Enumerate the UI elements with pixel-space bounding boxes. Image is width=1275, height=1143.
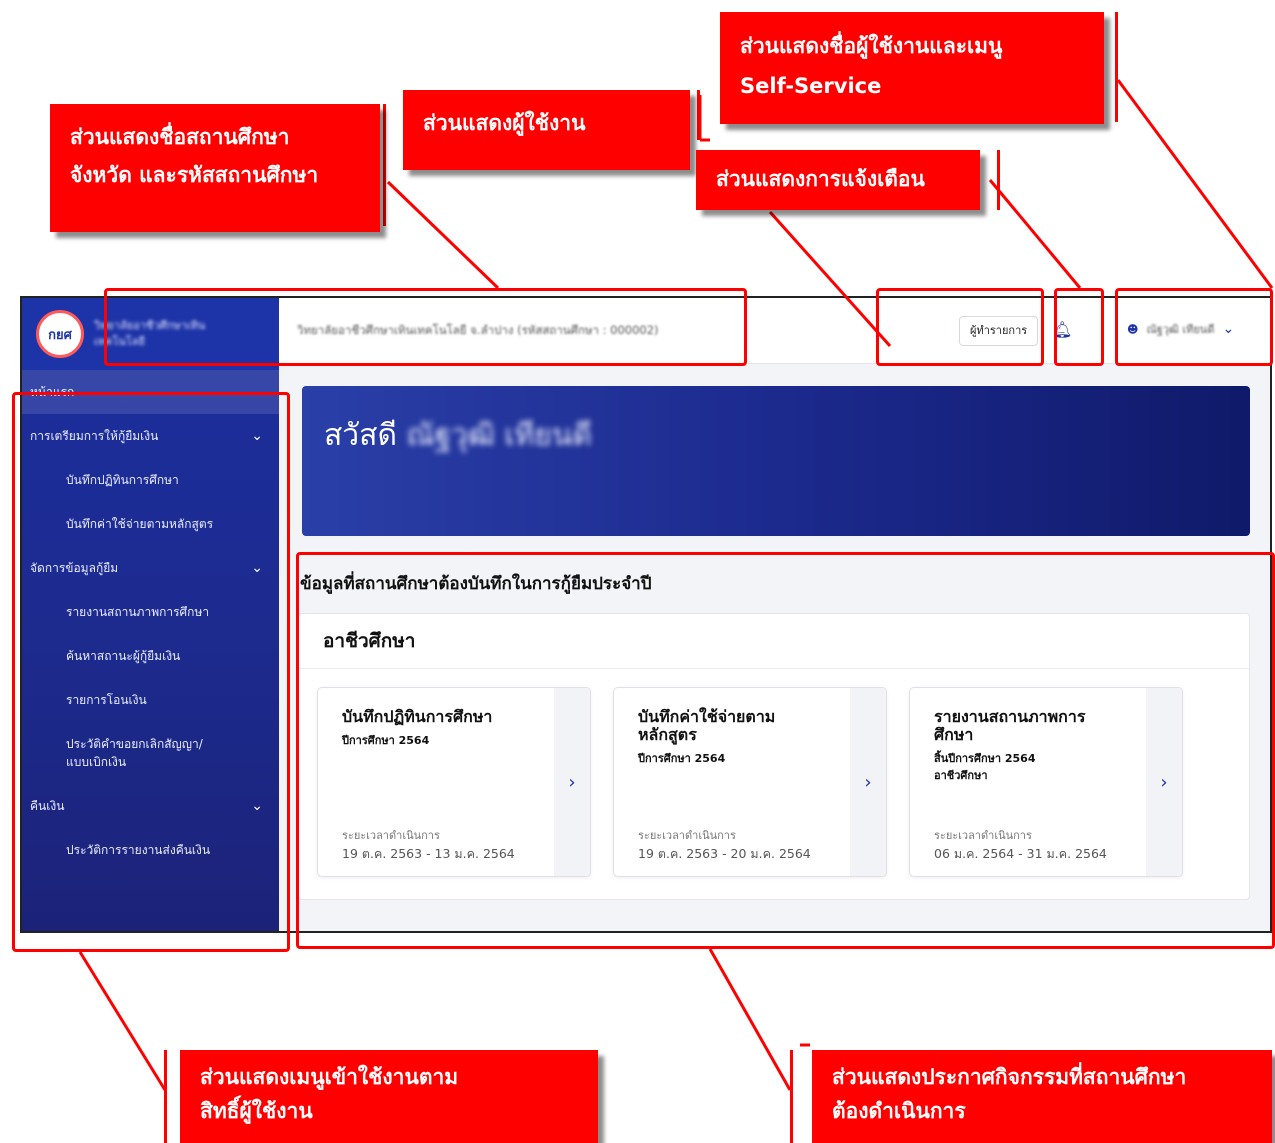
highlight-sidebar-menu [12,392,290,952]
callout-accent [1115,12,1118,122]
callout-user-menu: ส่วนแสดงชื่อผู้ใช้งานและเมนู Self-Servic… [720,12,1104,124]
callout-sidebar-menu: ส่วนแสดงเมนูเข้าใช้งานตาม สิทธิ์ผู้ใช้งา… [180,1050,598,1143]
banner-title: สวัสดี ณัฐวุฒิ เทียนดี [324,412,592,459]
callout-activities: ส่วนแสดงประกาศกิจกรรมที่สถานศึกษา ต้องดำ… [812,1050,1272,1143]
callout-line: ต้องดำเนินการ [832,1099,966,1123]
highlight-notification [1054,288,1104,366]
callout-line: สิทธิ์ผู้ใช้งาน [200,1099,313,1123]
callout-line: ส่วนแสดงเมนูเข้าใช้งานตาม [200,1065,459,1089]
highlight-user-role [876,288,1044,366]
callout-line: ส่วนแสดงประกาศกิจกรรมที่สถานศึกษา [832,1065,1187,1089]
callout-line: ส่วนแสดงผู้ใช้งาน [423,111,586,135]
callout-line: ส่วนแสดงชื่อสถานศึกษา [70,125,290,149]
callout-accent [790,1050,793,1143]
banner-user-name: ณัฐวุฒิ เทียนดี [406,418,592,453]
callout-accent [164,1050,167,1143]
callout-line: ส่วนแสดงชื่อผู้ใช้งานและเมนู [740,34,1003,58]
callout-line: ส่วนแสดงการแจ้งเตือน [716,167,925,191]
highlight-school-info [104,288,747,366]
callout-school-info: ส่วนแสดงชื่อสถานศึกษา จังหวัด และรหัสสถา… [50,104,380,232]
highlight-user-menu [1115,288,1273,366]
callout-accent [697,90,700,140]
highlight-activities [296,552,1275,949]
callout-accent [997,150,1000,210]
callout-accent [383,104,386,226]
callout-user-role: ส่วนแสดงผู้ใช้งาน [403,90,690,170]
callout-line: Self-Service [740,74,882,98]
callout-line: จังหวัด และรหัสสถานศึกษา [70,163,319,187]
callout-notification: ส่วนแสดงการแจ้งเตือน [696,150,980,210]
banner-greeting: สวัสดี [324,418,397,453]
logo-icon: กยศ [36,310,84,358]
welcome-banner: สวัสดี ณัฐวุฒิ เทียนดี [302,386,1250,536]
